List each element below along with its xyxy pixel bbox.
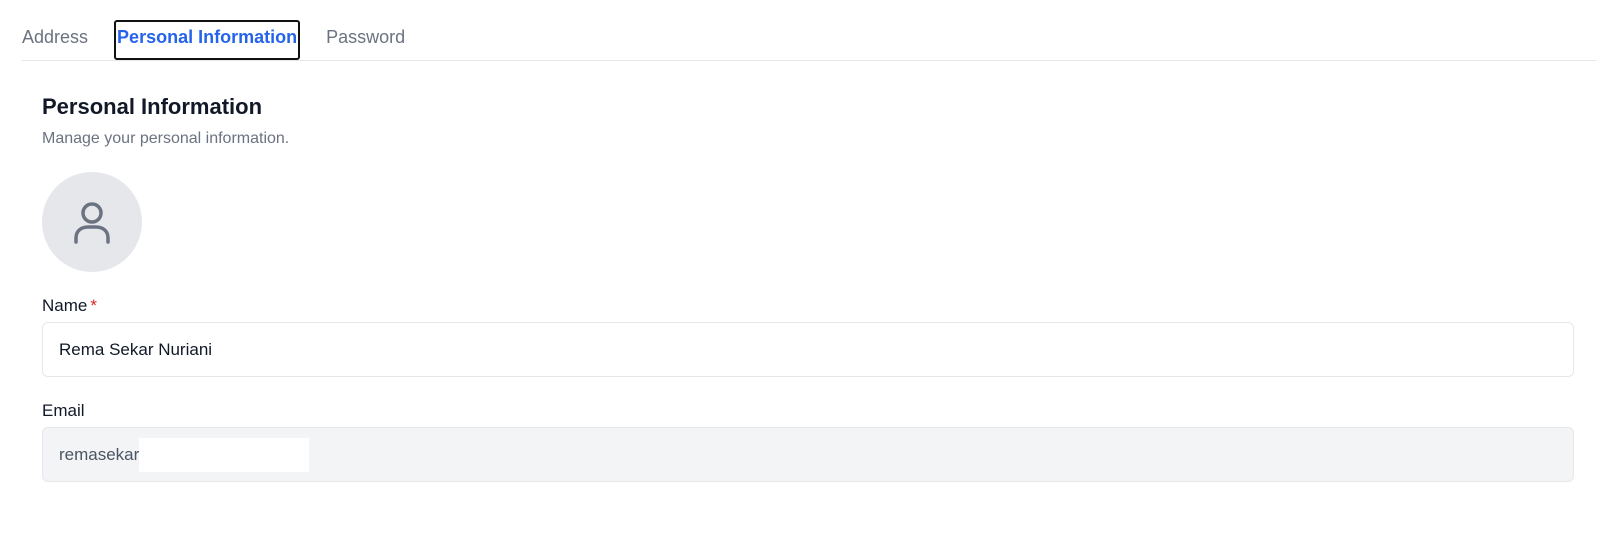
tab-personal-information[interactable]: Personal Information: [114, 20, 301, 60]
email-value: remasekar: [59, 444, 140, 464]
name-input[interactable]: [42, 322, 1574, 377]
avatar[interactable]: [42, 172, 142, 272]
redaction-block: [139, 437, 310, 472]
required-mark: *: [90, 296, 97, 315]
section-title: Personal Information: [42, 94, 263, 119]
user-icon: [74, 202, 110, 244]
name-label-text: Name: [42, 296, 88, 315]
tab-bar: Address Personal Information Password: [22, 20, 1596, 61]
tab-address[interactable]: Address: [22, 20, 90, 58]
tab-password[interactable]: Password: [324, 20, 407, 58]
name-label: Name *: [42, 296, 97, 316]
profile-page: Address Personal Information Password Pe…: [0, 0, 1618, 536]
email-label: Email: [42, 401, 85, 420]
email-field[interactable]: remasekar: [42, 427, 1574, 482]
section-subtitle: Manage your personal information.: [42, 130, 290, 147]
